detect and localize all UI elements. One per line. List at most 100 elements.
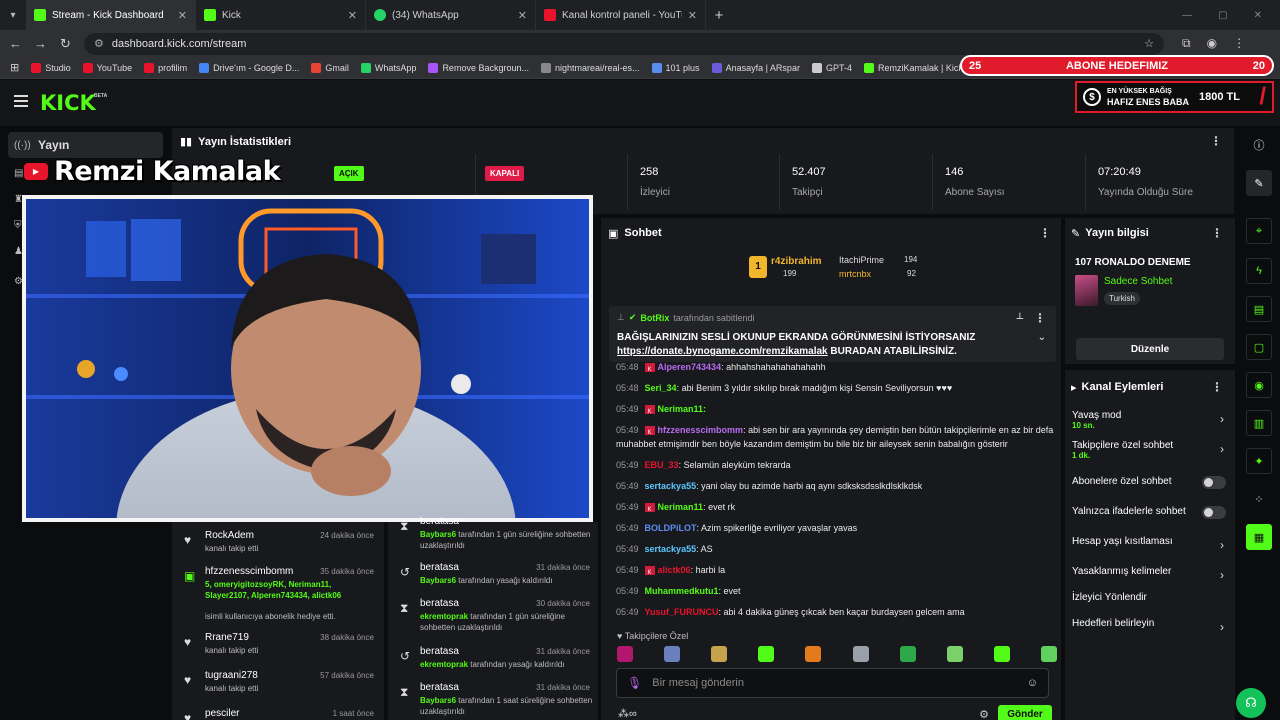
bookmark-item[interactable]: nightmareai/real-es... — [540, 62, 640, 73]
edit-pencil-icon[interactable]: ✎ — [1246, 170, 1272, 196]
message-username[interactable]: EBU_33 — [645, 460, 679, 470]
chat-settings-gear-icon[interactable]: ⚙ — [979, 708, 989, 720]
bookmark-item[interactable]: profilim — [144, 62, 187, 73]
close-tab-icon[interactable]: ✕ — [688, 9, 697, 22]
channel-action-row[interactable]: Abonelere özel sohbet — [1072, 476, 1232, 489]
message-username[interactable]: hfzzenesscimbomm — [658, 425, 744, 435]
bookmark-item[interactable]: Studio — [31, 62, 71, 73]
maximize-icon[interactable]: ▢ — [1218, 10, 1227, 21]
bookmark-item[interactable]: Remove Backgroun... — [428, 62, 529, 73]
pinned-link[interactable]: https://donate.bynogame.com/remzikamalak — [617, 346, 828, 357]
bookmark-star-icon[interactable]: ☆ — [1144, 37, 1154, 50]
channel-options-icon[interactable]: ⋮ — [1211, 380, 1223, 394]
message-username[interactable]: BOLDPiLOT — [645, 523, 697, 533]
emote-icon[interactable] — [664, 646, 681, 662]
support-headset-icon[interactable]: ☊ — [1236, 688, 1266, 718]
moderator-name[interactable]: Baybars6 — [420, 696, 456, 705]
emote-icon[interactable] — [852, 646, 869, 662]
tab-youtube[interactable]: Kanal kontrol paneli - YouTube ✕ — [536, 0, 706, 30]
bookmark-item[interactable]: YouTube — [82, 62, 132, 73]
chat-message-input[interactable]: 🎙 Bir mesaj gönderin ☺ — [616, 668, 1049, 698]
bookmark-item[interactable]: RemziKamalak | Kick — [863, 62, 963, 73]
emote-icon[interactable] — [617, 646, 633, 662]
activity-username[interactable]: Rrane719 — [205, 632, 249, 643]
toggle-switch[interactable] — [1202, 476, 1226, 489]
message-username[interactable]: Muhammedkutu1 — [645, 586, 719, 596]
emote-icon[interactable] — [805, 646, 822, 662]
emote-icon[interactable] — [899, 646, 916, 662]
extensions-icon[interactable]: ⧉ — [1182, 36, 1191, 51]
server-icon[interactable]: ▥ — [1246, 410, 1272, 436]
broadcast-rail-icon[interactable]: ◉ — [1246, 372, 1272, 398]
close-tab-icon[interactable]: ✕ — [518, 9, 527, 22]
chat-bubble-rail-icon[interactable]: ▢ — [1246, 334, 1272, 360]
unpin-icon[interactable]: ⊥ — [1016, 311, 1024, 322]
moderator-name[interactable]: Baybars6 — [420, 576, 456, 585]
chevron-down-icon[interactable]: ⌄ — [1038, 332, 1046, 343]
back-icon[interactable]: ← — [3, 36, 28, 51]
emote-icon[interactable] — [993, 646, 1010, 662]
hamburger-menu-icon[interactable] — [14, 95, 28, 107]
new-tab-button[interactable]: + — [706, 7, 732, 24]
bookmark-item[interactable]: Drive'ım - Google D... — [199, 62, 299, 73]
emote-icon[interactable] — [1040, 646, 1057, 662]
channel-action-row[interactable]: Takipçilere özel sohbet 1 dk. › — [1072, 440, 1232, 460]
message-username[interactable]: alictk06 — [658, 565, 691, 575]
tab-kick[interactable]: Kick ✕ — [196, 0, 366, 30]
channel-action-row[interactable]: Yavaş mod 10 sn. › — [1072, 410, 1232, 430]
bookmark-item[interactable]: Gmail — [311, 62, 349, 73]
activity-username[interactable]: tugraani278 — [205, 670, 258, 681]
kick-logo[interactable]: KICK — [40, 91, 96, 115]
document-icon[interactable]: ▤ — [1246, 296, 1272, 322]
activity-username[interactable]: hfzzenesscimbomm — [205, 566, 293, 577]
tab-kick-dashboard[interactable]: Stream - Kick Dashboard ✕ — [26, 0, 196, 30]
bookmark-item[interactable]: GPT-4 — [811, 62, 852, 73]
lightning-icon[interactable]: ϟ — [1246, 258, 1272, 284]
nav-item-stream[interactable]: ((·)) Yayın — [8, 132, 163, 158]
emote-icon[interactable] — [711, 646, 728, 662]
more-options-icon[interactable]: ⋮ — [1210, 134, 1222, 148]
tab-search-icon[interactable]: ▾ — [0, 0, 26, 30]
info-icon[interactable]: ⓘ — [1246, 132, 1272, 158]
tools-icon[interactable]: ✦ — [1246, 448, 1272, 474]
reload-icon[interactable]: ↻ — [53, 36, 78, 52]
channel-action-row[interactable]: Hedefleri belirleyin › — [1072, 618, 1232, 634]
close-tab-icon[interactable]: ✕ — [348, 9, 357, 22]
pinned-options-icon[interactable]: ⋮ — [1034, 311, 1046, 325]
activity-username[interactable]: RockAdem — [205, 530, 254, 541]
camera-target-icon[interactable]: ⌖ — [1246, 218, 1272, 244]
plugin-icon[interactable]: ▦ — [1246, 524, 1272, 550]
mod-target-user[interactable]: beratasa — [420, 562, 459, 573]
nodes-icon[interactable]: ⁘ — [1246, 486, 1272, 512]
mod-target-user[interactable]: beratasa — [420, 516, 459, 527]
send-button[interactable]: Gönder — [998, 705, 1052, 720]
profile-avatar-icon[interactable]: ◉ — [1207, 36, 1217, 51]
bookmark-item[interactable]: WhatsApp — [360, 62, 416, 73]
moderator-name[interactable]: ekremtoprak — [420, 660, 468, 669]
points-infinity-icon[interactable]: ⁂∞ — [618, 708, 637, 720]
message-username[interactable]: Neriman11: — [658, 404, 707, 414]
stream-category[interactable]: Sadece Sohbet — [1104, 276, 1172, 287]
browser-menu-icon[interactable]: ⋮ — [1233, 36, 1245, 51]
chat-options-icon[interactable]: ⋮ — [1039, 226, 1051, 240]
minimize-icon[interactable]: — — [1182, 10, 1192, 21]
address-bar[interactable]: ⚙ dashboard.kick.com/stream ☆ — [84, 32, 1164, 55]
info-options-icon[interactable]: ⋮ — [1211, 226, 1223, 240]
tab-whatsapp[interactable]: (34) WhatsApp ✕ — [366, 0, 536, 30]
mod-target-user[interactable]: beratasa — [420, 598, 459, 609]
emoji-picker-icon[interactable]: ☺ — [1027, 677, 1038, 689]
apps-grid-icon[interactable]: ⊞ — [10, 61, 19, 74]
message-username[interactable]: sertackya55 — [645, 544, 697, 554]
close-tab-icon[interactable]: ✕ — [178, 9, 187, 22]
forward-icon[interactable]: → — [28, 36, 53, 51]
moderator-name[interactable]: ekremtoprak — [420, 612, 468, 621]
channel-action-row[interactable]: İzleyici Yönlendir — [1072, 592, 1232, 603]
bookmark-item[interactable]: 101 plus — [651, 62, 700, 73]
microphone-icon[interactable]: 🎙 — [627, 676, 642, 690]
mod-target-user[interactable]: beratasa — [420, 646, 459, 657]
emote-icon[interactable] — [946, 646, 963, 662]
emote-icon[interactable] — [758, 646, 775, 662]
message-username[interactable]: sertackya55 — [645, 481, 697, 491]
channel-action-row[interactable]: Yasaklanmış kelimeler › — [1072, 566, 1232, 582]
edit-button[interactable]: Düzenle — [1076, 338, 1224, 360]
